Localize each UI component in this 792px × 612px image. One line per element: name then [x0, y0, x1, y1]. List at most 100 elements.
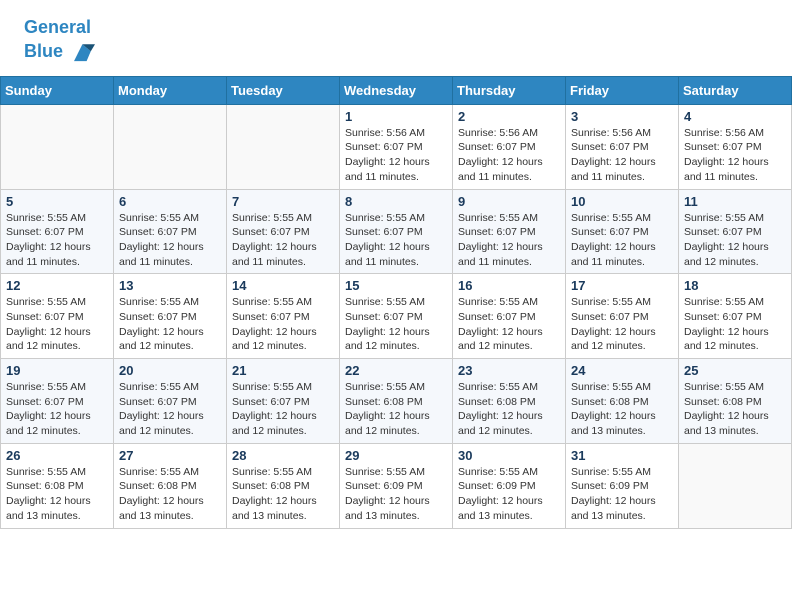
day-info: Sunrise: 5:55 AM Sunset: 6:07 PM Dayligh…	[119, 295, 221, 354]
day-number: 26	[6, 448, 108, 463]
calendar-table: SundayMondayTuesdayWednesdayThursdayFrid…	[0, 76, 792, 529]
day-info: Sunrise: 5:55 AM Sunset: 6:08 PM Dayligh…	[232, 465, 334, 524]
day-info: Sunrise: 5:55 AM Sunset: 6:07 PM Dayligh…	[6, 295, 108, 354]
calendar-day-cell: 24 Sunrise: 5:55 AM Sunset: 6:08 PM Dayli…	[566, 359, 679, 444]
day-number: 18	[684, 278, 786, 293]
day-number: 8	[345, 194, 447, 209]
logo-icon	[67, 38, 95, 66]
day-of-week-header: Monday	[114, 76, 227, 104]
day-of-week-header: Saturday	[679, 76, 792, 104]
day-info: Sunrise: 5:56 AM Sunset: 6:07 PM Dayligh…	[684, 126, 786, 185]
calendar-day-cell: 5 Sunrise: 5:55 AM Sunset: 6:07 PM Daylig…	[1, 189, 114, 274]
calendar-day-cell: 21Sunrise: 5:55 AM Sunset: 6:07 PM Dayli…	[227, 359, 340, 444]
day-info: Sunrise: 5:55 AM Sunset: 6:07 PM Dayligh…	[684, 211, 786, 270]
day-number: 30	[458, 448, 560, 463]
calendar-day-cell: 29 Sunrise: 5:55 AM Sunset: 6:09 PM Dayli…	[340, 443, 453, 528]
day-info: Sunrise: 5:55 AM Sunset: 6:07 PM Dayligh…	[6, 211, 108, 270]
calendar-day-cell: 17 Sunrise: 5:55 AM Sunset: 6:07 PM Dayli…	[566, 274, 679, 359]
calendar-day-cell: 2Sunrise: 5:56 AM Sunset: 6:07 PM Daylig…	[453, 104, 566, 189]
calendar-day-cell: 26 Sunrise: 5:55 AM Sunset: 6:08 PM Dayli…	[1, 443, 114, 528]
day-number: 1	[345, 109, 447, 124]
day-number: 9	[458, 194, 560, 209]
calendar-day-cell: 11Sunrise: 5:55 AM Sunset: 6:07 PM Dayli…	[679, 189, 792, 274]
day-info: Sunrise: 5:55 AM Sunset: 6:07 PM Dayligh…	[458, 295, 560, 354]
calendar-header: SundayMondayTuesdayWednesdayThursdayFrid…	[1, 76, 792, 104]
day-info: Sunrise: 5:55 AM Sunset: 6:07 PM Dayligh…	[119, 211, 221, 270]
calendar-day-cell: 16Sunrise: 5:55 AM Sunset: 6:07 PM Dayli…	[453, 274, 566, 359]
calendar-day-cell: 22 Sunrise: 5:55 AM Sunset: 6:08 PM Dayli…	[340, 359, 453, 444]
day-info: Sunrise: 5:56 AM Sunset: 6:07 PM Dayligh…	[458, 126, 560, 185]
calendar-day-cell: 8Sunrise: 5:55 AM Sunset: 6:07 PM Daylig…	[340, 189, 453, 274]
logo-text: General	[24, 18, 95, 38]
calendar-day-cell	[1, 104, 114, 189]
day-info: Sunrise: 5:56 AM Sunset: 6:07 PM Dayligh…	[345, 126, 447, 185]
calendar-day-cell: 25Sunrise: 5:55 AM Sunset: 6:08 PM Dayli…	[679, 359, 792, 444]
day-number: 24	[571, 363, 673, 378]
day-info: Sunrise: 5:55 AM Sunset: 6:09 PM Dayligh…	[458, 465, 560, 524]
day-number: 6	[119, 194, 221, 209]
day-of-week-header: Wednesday	[340, 76, 453, 104]
day-number: 28	[232, 448, 334, 463]
day-info: Sunrise: 5:55 AM Sunset: 6:09 PM Dayligh…	[345, 465, 447, 524]
calendar-body: 1 Sunrise: 5:56 AM Sunset: 6:07 PM Daylig…	[1, 104, 792, 528]
calendar-day-cell: 10 Sunrise: 5:55 AM Sunset: 6:07 PM Dayli…	[566, 189, 679, 274]
day-number: 3	[571, 109, 673, 124]
day-info: Sunrise: 5:55 AM Sunset: 6:07 PM Dayligh…	[684, 295, 786, 354]
day-info: Sunrise: 5:55 AM Sunset: 6:09 PM Dayligh…	[571, 465, 673, 524]
day-info: Sunrise: 5:55 AM Sunset: 6:07 PM Dayligh…	[571, 211, 673, 270]
day-info: Sunrise: 5:55 AM Sunset: 6:07 PM Dayligh…	[571, 295, 673, 354]
day-info: Sunrise: 5:55 AM Sunset: 6:08 PM Dayligh…	[684, 380, 786, 439]
calendar-week-row: 5 Sunrise: 5:55 AM Sunset: 6:07 PM Daylig…	[1, 189, 792, 274]
calendar-day-cell	[114, 104, 227, 189]
day-of-week-header: Thursday	[453, 76, 566, 104]
calendar-day-cell	[227, 104, 340, 189]
day-info: Sunrise: 5:55 AM Sunset: 6:08 PM Dayligh…	[6, 465, 108, 524]
calendar-day-cell: 23Sunrise: 5:55 AM Sunset: 6:08 PM Dayli…	[453, 359, 566, 444]
calendar-day-cell: 18 Sunrise: 5:55 AM Sunset: 6:07 PM Dayli…	[679, 274, 792, 359]
calendar-week-row: 26 Sunrise: 5:55 AM Sunset: 6:08 PM Dayli…	[1, 443, 792, 528]
day-of-week-header: Sunday	[1, 76, 114, 104]
day-number: 13	[119, 278, 221, 293]
calendar-day-cell: 4 Sunrise: 5:56 AM Sunset: 6:07 PM Daylig…	[679, 104, 792, 189]
day-info: Sunrise: 5:56 AM Sunset: 6:07 PM Dayligh…	[571, 126, 673, 185]
calendar-day-cell: 12 Sunrise: 5:55 AM Sunset: 6:07 PM Dayli…	[1, 274, 114, 359]
calendar-week-row: 12 Sunrise: 5:55 AM Sunset: 6:07 PM Dayli…	[1, 274, 792, 359]
logo: General Blue	[24, 18, 95, 66]
day-info: Sunrise: 5:55 AM Sunset: 6:08 PM Dayligh…	[571, 380, 673, 439]
day-number: 10	[571, 194, 673, 209]
calendar-day-cell: 1 Sunrise: 5:56 AM Sunset: 6:07 PM Daylig…	[340, 104, 453, 189]
logo-blue-text: Blue	[24, 42, 63, 62]
day-info: Sunrise: 5:55 AM Sunset: 6:08 PM Dayligh…	[119, 465, 221, 524]
day-number: 19	[6, 363, 108, 378]
day-number: 5	[6, 194, 108, 209]
day-info: Sunrise: 5:55 AM Sunset: 6:07 PM Dayligh…	[6, 380, 108, 439]
calendar-day-cell: 31 Sunrise: 5:55 AM Sunset: 6:09 PM Dayli…	[566, 443, 679, 528]
calendar-day-cell: 28 Sunrise: 5:55 AM Sunset: 6:08 PM Dayli…	[227, 443, 340, 528]
calendar-day-cell: 6 Sunrise: 5:55 AM Sunset: 6:07 PM Daylig…	[114, 189, 227, 274]
day-number: 31	[571, 448, 673, 463]
day-number: 21	[232, 363, 334, 378]
calendar-day-cell: 9 Sunrise: 5:55 AM Sunset: 6:07 PM Daylig…	[453, 189, 566, 274]
calendar-day-cell	[679, 443, 792, 528]
day-number: 23	[458, 363, 560, 378]
calendar-week-row: 1 Sunrise: 5:56 AM Sunset: 6:07 PM Daylig…	[1, 104, 792, 189]
day-info: Sunrise: 5:55 AM Sunset: 6:08 PM Dayligh…	[345, 380, 447, 439]
day-number: 29	[345, 448, 447, 463]
day-info: Sunrise: 5:55 AM Sunset: 6:07 PM Dayligh…	[232, 295, 334, 354]
calendar-day-cell: 20Sunrise: 5:55 AM Sunset: 6:07 PM Dayli…	[114, 359, 227, 444]
day-number: 12	[6, 278, 108, 293]
calendar-week-row: 19 Sunrise: 5:55 AM Sunset: 6:07 PM Dayli…	[1, 359, 792, 444]
calendar-header-row: SundayMondayTuesdayWednesdayThursdayFrid…	[1, 76, 792, 104]
page-header: General Blue	[0, 0, 792, 76]
day-number: 14	[232, 278, 334, 293]
calendar-day-cell: 30 Sunrise: 5:55 AM Sunset: 6:09 PM Dayli…	[453, 443, 566, 528]
day-number: 22	[345, 363, 447, 378]
day-number: 27	[119, 448, 221, 463]
day-of-week-header: Friday	[566, 76, 679, 104]
day-number: 4	[684, 109, 786, 124]
day-info: Sunrise: 5:55 AM Sunset: 6:07 PM Dayligh…	[458, 211, 560, 270]
day-number: 17	[571, 278, 673, 293]
day-info: Sunrise: 5:55 AM Sunset: 6:07 PM Dayligh…	[232, 211, 334, 270]
calendar-day-cell: 14 Sunrise: 5:55 AM Sunset: 6:07 PM Dayli…	[227, 274, 340, 359]
day-info: Sunrise: 5:55 AM Sunset: 6:07 PM Dayligh…	[345, 295, 447, 354]
